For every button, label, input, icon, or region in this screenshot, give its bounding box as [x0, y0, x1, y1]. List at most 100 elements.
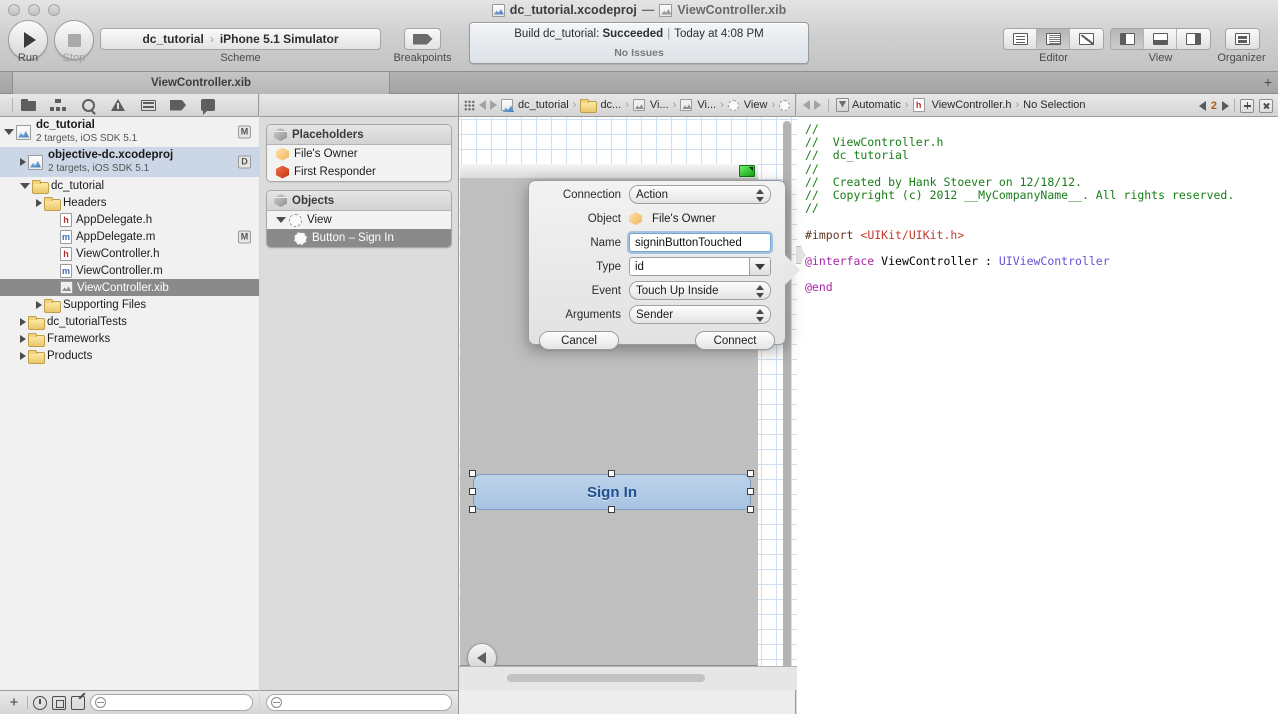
- recent-files-filter-icon[interactable]: [33, 695, 47, 710]
- back-navigation-icon[interactable]: [479, 100, 486, 110]
- navigator-row[interactable]: dc_tutorial: [0, 177, 259, 194]
- resize-handle-bottom-left[interactable]: [469, 506, 476, 513]
- add-file-button[interactable]: +: [6, 695, 22, 710]
- navigator-row[interactable]: m AppDelegate.m M: [0, 228, 259, 245]
- related-items-icon[interactable]: [464, 99, 475, 111]
- next-counterpart-icon[interactable]: [1222, 100, 1229, 111]
- resize-handle-middle-right[interactable]: [747, 488, 754, 495]
- forward-navigation-icon[interactable]: [814, 100, 821, 110]
- outline-row-files-owner[interactable]: File's Owner: [267, 145, 451, 163]
- standard-editor-button[interactable]: [1004, 29, 1037, 49]
- forward-navigation-icon[interactable]: [490, 100, 497, 110]
- disclosure-triangle-icon[interactable]: [20, 182, 30, 189]
- navigator-row[interactable]: h AppDelegate.h: [0, 211, 259, 228]
- breadcrumb-segment[interactable]: View: [744, 99, 768, 111]
- event-select[interactable]: Touch Up Inside: [629, 281, 771, 300]
- outline-row-button-sign-in[interactable]: Button – Sign In: [267, 229, 451, 247]
- view-toggle-segmented-control[interactable]: [1110, 28, 1211, 50]
- add-assistant-editor-button[interactable]: [1240, 98, 1254, 113]
- previous-counterpart-icon[interactable]: [1198, 100, 1206, 111]
- resize-handle-middle-left[interactable]: [469, 488, 476, 495]
- navigator-row[interactable]: Headers: [0, 194, 259, 211]
- breakpoint-navigator-tab[interactable]: [163, 94, 193, 117]
- unsaved-files-filter-icon[interactable]: [71, 695, 85, 710]
- breadcrumb[interactable]: dc_tutorial›dc...›Vi...›Vi...›View›Butto…: [501, 99, 795, 113]
- connection-type-select[interactable]: Action: [629, 185, 771, 204]
- breadcrumb-segment[interactable]: dc_tutorial: [518, 99, 569, 111]
- breadcrumb-segment[interactable]: Vi...: [697, 99, 716, 111]
- log-navigator-tab[interactable]: [193, 94, 223, 117]
- navigator-row[interactable]: Frameworks: [0, 330, 259, 347]
- disclosure-triangle-icon[interactable]: [20, 317, 26, 326]
- navigator-row[interactable]: dc_tutorial 2 targets, iOS SDK 5.1 M: [0, 117, 259, 147]
- debug-navigator-tab[interactable]: [133, 94, 163, 117]
- resize-handle-bottom-right[interactable]: [747, 506, 754, 513]
- navigator-row[interactable]: m ViewController.m: [0, 262, 259, 279]
- type-label: Type: [596, 260, 621, 273]
- navigator-row[interactable]: dc_tutorialTests: [0, 313, 259, 330]
- navigator-filter-field[interactable]: [90, 694, 253, 711]
- header-file-icon: h: [60, 246, 72, 261]
- disclosure-triangle-icon[interactable]: [20, 351, 26, 360]
- resize-handle-top-left[interactable]: [469, 470, 476, 477]
- scheme-project-name: dc_tutorial: [142, 32, 204, 46]
- disclosure-triangle-icon[interactable]: [20, 158, 26, 166]
- editor-mode-segmented-control[interactable]: [1003, 28, 1104, 50]
- stepper-arrows-icon[interactable]: [756, 309, 764, 322]
- disclosure-triangle-icon[interactable]: [20, 334, 26, 343]
- tab-viewcontroller-xib[interactable]: ViewController.xib: [12, 72, 390, 94]
- issue-navigator-tab[interactable]: [103, 94, 133, 117]
- back-navigation-icon[interactable]: [803, 100, 810, 110]
- navigator-row[interactable]: Products: [0, 347, 259, 364]
- toggle-navigator-button[interactable]: [1111, 29, 1144, 49]
- outline-row-first-responder[interactable]: First Responder: [267, 163, 451, 181]
- symbol-navigator-tab[interactable]: [43, 94, 73, 117]
- outline-label: First Responder: [294, 166, 376, 178]
- connect-button[interactable]: Connect: [695, 331, 775, 350]
- organizer-button-cell[interactable]: [1226, 29, 1259, 49]
- arguments-select[interactable]: Sender: [629, 305, 771, 324]
- stepper-arrows-icon[interactable]: [756, 189, 764, 202]
- close-assistant-editor-button[interactable]: [1259, 98, 1273, 113]
- add-tab-button[interactable]: +: [1264, 75, 1272, 90]
- search-navigator-tab[interactable]: [73, 94, 103, 117]
- breakpoints-button[interactable]: [404, 28, 441, 50]
- stepper-arrows-icon[interactable]: [756, 285, 764, 298]
- navigator-row[interactable]: objective-dc.xcodeproj 2 targets, iOS SDK…: [0, 147, 259, 177]
- sign-in-button-object[interactable]: Sign In: [473, 474, 751, 510]
- navigator-row[interactable]: ViewController.xib: [0, 279, 259, 296]
- dock-filter-field[interactable]: [266, 694, 452, 711]
- assistant-crumb-file: ViewController.h: [931, 99, 1012, 111]
- assistant-editor-button[interactable]: [1037, 29, 1070, 49]
- type-combo-box[interactable]: id: [629, 257, 771, 276]
- source-control-filter-icon[interactable]: [52, 695, 66, 710]
- project-navigator-list[interactable]: dc_tutorial 2 targets, iOS SDK 5.1 Mobject…: [0, 117, 259, 690]
- navigator-row[interactable]: h ViewController.h: [0, 245, 259, 262]
- disclosure-triangle-icon[interactable]: [36, 300, 42, 309]
- action-name-input[interactable]: signinButtonTouched: [629, 233, 771, 252]
- breadcrumb-segment[interactable]: dc...: [600, 99, 621, 111]
- toggle-debug-area-button[interactable]: [1144, 29, 1177, 49]
- scheme-selector[interactable]: dc_tutorial › iPhone 5.1 Simulator: [100, 28, 381, 50]
- outline-row-view[interactable]: View: [267, 211, 451, 229]
- project-navigator-tab[interactable]: [13, 94, 43, 117]
- cancel-button[interactable]: Cancel: [539, 331, 619, 350]
- source-code-editor[interactable]: //// ViewController.h// dc_tutorial//// …: [797, 117, 1278, 714]
- resize-handle-top-right[interactable]: [747, 470, 754, 477]
- resize-handle-top-center[interactable]: [608, 470, 615, 477]
- breadcrumb-segment[interactable]: Vi...: [650, 99, 669, 111]
- disclosure-triangle-icon[interactable]: [4, 129, 14, 135]
- view-label: View: [1148, 52, 1173, 64]
- navigator-row[interactable]: Supporting Files: [0, 296, 259, 313]
- navigator-row-title: dc_tutorial: [51, 179, 105, 192]
- assistant-breadcrumb[interactable]: Automatic › h ViewController.h › No Sele…: [836, 98, 1086, 112]
- toggle-utilities-button[interactable]: [1177, 29, 1210, 49]
- disclosure-triangle-icon[interactable]: [276, 217, 286, 223]
- xcode-project-icon: [16, 124, 31, 140]
- type-combo-button[interactable]: [749, 258, 770, 275]
- organizer-button[interactable]: [1225, 28, 1260, 50]
- resize-handle-bottom-center[interactable]: [608, 506, 615, 513]
- canvas-horizontal-scrollbar[interactable]: [507, 674, 705, 682]
- version-editor-button[interactable]: [1070, 29, 1103, 49]
- disclosure-triangle-icon[interactable]: [36, 198, 42, 207]
